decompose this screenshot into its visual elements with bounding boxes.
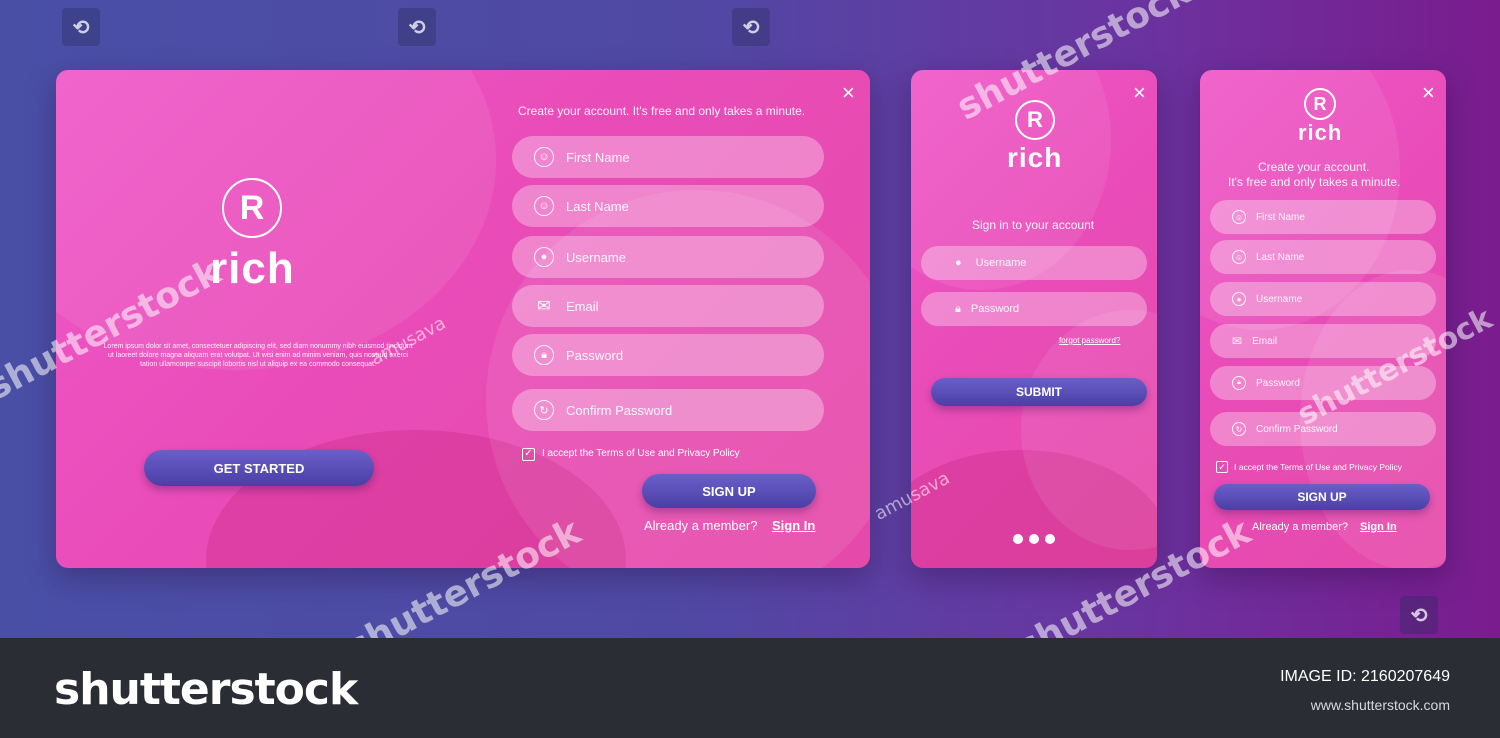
stock-footer: shutterstock IMAGE ID: 2160207649 www.sh…: [0, 638, 1500, 738]
sign-up-button[interactable]: SIGN UP: [1214, 484, 1430, 510]
lock-refresh-icon: ↻: [534, 400, 554, 420]
watermark-mark-icon: ⟲: [398, 8, 436, 46]
brand-name: rich: [1298, 120, 1343, 145]
username-field[interactable]: ● Username: [512, 236, 824, 278]
user-icon: ●: [1232, 292, 1246, 306]
first-name-field[interactable]: ☺ First Name: [1210, 200, 1436, 234]
user-icon: ☺: [1232, 210, 1246, 224]
terms-label: I accept the Terms of Use and Privacy Po…: [1234, 462, 1403, 472]
terms-checkbox[interactable]: ✓: [522, 448, 535, 461]
already-member-label: Already a member?: [1252, 521, 1348, 533]
mobile-signup-card: × R rich Create your account. It's free …: [1200, 70, 1446, 568]
username-field[interactable]: ● Username: [1210, 282, 1436, 316]
first-name-field[interactable]: ☺ First Name: [512, 136, 824, 178]
close-button[interactable]: ×: [1422, 82, 1435, 104]
confirm-password-placeholder: Confirm Password: [1256, 423, 1338, 435]
email-field[interactable]: ✉ Email: [512, 285, 824, 327]
page-indicator: [1013, 534, 1055, 544]
submit-button[interactable]: SUBMIT: [931, 378, 1147, 406]
watermark-mark-icon: ⟲: [62, 8, 100, 46]
close-button[interactable]: ×: [842, 82, 855, 104]
confirm-password-placeholder: Confirm Password: [566, 402, 673, 418]
desktop-signup-card: × R rich Lorem ipsum dolor sit amet, con…: [56, 70, 870, 568]
form-tagline: Create your account. It's free and only …: [518, 104, 806, 118]
password-field[interactable]: 🔒︎ Password: [512, 334, 824, 376]
page-dot[interactable]: [1029, 534, 1039, 544]
email-placeholder: Email: [1252, 335, 1278, 347]
envelope-icon: ✉: [537, 298, 551, 315]
first-name-placeholder: First Name: [566, 149, 630, 165]
terms-checkbox[interactable]: ✓: [1216, 461, 1228, 473]
form-tagline-line2: It's free and only takes a minute.: [1228, 175, 1401, 189]
footer-image-id: IMAGE ID: 2160207649: [1280, 668, 1450, 685]
last-name-field[interactable]: ☺ Last Name: [512, 185, 824, 227]
password-placeholder: Password: [970, 303, 1020, 315]
last-name-field[interactable]: ☺ Last Name: [1210, 240, 1436, 274]
lock-icon: 🔒︎: [955, 302, 961, 315]
envelope-icon: ✉: [1232, 334, 1243, 348]
username-placeholder: Username: [566, 249, 626, 265]
email-placeholder: Email: [566, 298, 599, 314]
user-icon: ☺: [534, 147, 554, 167]
intro-paragraph: Lorem ipsum dolor sit amet, consectetuer…: [103, 343, 413, 368]
sign-in-link[interactable]: Sign In: [1360, 521, 1397, 533]
last-name-placeholder: Last Name: [1256, 251, 1305, 263]
lock-refresh-icon: ↻: [1232, 422, 1246, 436]
lock-icon: 🔒︎: [1232, 376, 1246, 390]
showcase-background: ⟲ ⟲ ⟲ ⟲ × R rich Lorem ipsum dolor sit a…: [0, 0, 1500, 638]
brand-name: rich: [1007, 142, 1063, 173]
username-field[interactable]: ● Username: [921, 246, 1147, 280]
terms-label: I accept the Terms of Use and Privacy Po…: [542, 448, 740, 459]
watermark-mark-icon: ⟲: [732, 8, 770, 46]
last-name-placeholder: Last Name: [566, 198, 629, 214]
sign-in-link[interactable]: Sign In: [772, 518, 815, 533]
forgot-password-link[interactable]: forgot password?: [1059, 336, 1120, 345]
brand-logo-icon: R: [1304, 88, 1336, 120]
sign-up-button[interactable]: SIGN UP: [642, 474, 816, 508]
password-placeholder: Password: [1256, 377, 1300, 389]
brand-logo-icon: R: [1015, 100, 1055, 140]
password-placeholder: Password: [566, 347, 624, 363]
page-dot[interactable]: [1013, 534, 1023, 544]
user-icon: ☺: [534, 196, 554, 216]
watermark-mark-icon: ⟲: [1400, 596, 1438, 634]
form-tagline-line1: Create your account.: [1258, 160, 1370, 174]
mobile-login-card: × R rich Sign in to your account ● Usern…: [911, 70, 1157, 568]
page-dot[interactable]: [1045, 534, 1055, 544]
close-button[interactable]: ×: [1133, 82, 1146, 104]
already-member-label: Already a member?: [644, 518, 758, 533]
first-name-placeholder: First Name: [1256, 211, 1305, 223]
user-icon: ●: [534, 247, 554, 267]
user-icon: ☺: [1232, 250, 1246, 264]
username-placeholder: Username: [1256, 293, 1303, 305]
brand-logo-icon: R: [222, 178, 282, 238]
password-field[interactable]: 🔒︎ Password: [921, 292, 1147, 326]
sign-in-heading: Sign in to your account: [972, 218, 1095, 232]
footer-logo[interactable]: shutterstock: [54, 664, 358, 715]
username-placeholder: Username: [975, 257, 1027, 269]
footer-url[interactable]: www.shutterstock.com: [1311, 697, 1450, 713]
get-started-button[interactable]: GET STARTED: [144, 450, 374, 486]
confirm-password-field[interactable]: ↻ Confirm Password: [512, 389, 824, 431]
user-icon: ●: [955, 257, 962, 269]
lock-icon: 🔒︎: [534, 345, 554, 365]
